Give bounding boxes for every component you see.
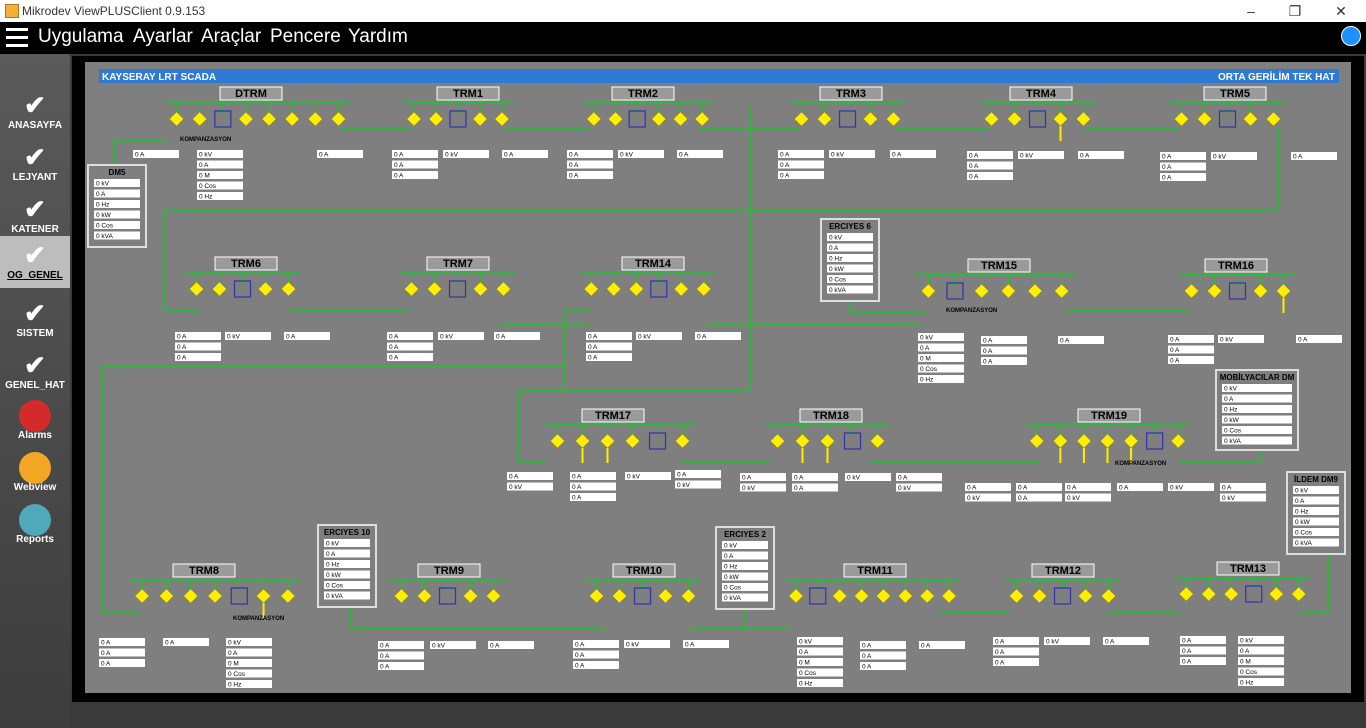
- menu-araclar[interactable]: Araçlar: [201, 26, 261, 48]
- nav-katener[interactable]: ✔ KATENER: [0, 190, 70, 242]
- scada-panel: [85, 62, 1351, 693]
- check-icon: ✔: [24, 90, 46, 120]
- check-icon: ✔: [24, 298, 46, 328]
- menu-pencere[interactable]: Pencere: [270, 26, 341, 48]
- check-icon: ✔: [24, 350, 46, 380]
- nav-label: OG_GENEL: [7, 270, 63, 281]
- menu-yardim[interactable]: Yardım: [348, 26, 408, 48]
- nav-label: Alarms: [18, 430, 52, 441]
- hamburger-menu-icon[interactable]: [6, 28, 28, 48]
- sidebar: ✔ ANASAYFA ✔ LEJYANT ✔ KATENER ✔ OG_GENEL ✔ S…: [0, 54, 70, 728]
- status-bar: [72, 703, 1366, 728]
- check-icon: ✔: [24, 194, 46, 224]
- minimize-button[interactable]: –: [1236, 2, 1266, 20]
- close-button[interactable]: ✕: [1326, 2, 1356, 20]
- nav-genel-hat[interactable]: ✔ GENEL_HAT: [0, 346, 70, 398]
- maximize-button[interactable]: ❐: [1280, 2, 1310, 20]
- nav-label: Webview: [13, 482, 57, 493]
- nav-label: SISTEM: [16, 328, 54, 339]
- alarm-siren-icon: [19, 400, 51, 432]
- nav-lejyant[interactable]: ✔ LEJYANT: [0, 138, 70, 190]
- nav-sistem[interactable]: ✔ SISTEM: [0, 294, 70, 346]
- menu-ayarlar[interactable]: Ayarlar: [133, 26, 193, 48]
- nav-alarms[interactable]: Alarms: [0, 396, 70, 448]
- user-account-icon[interactable]: [1341, 26, 1361, 46]
- nav-label: GENEL_HAT: [5, 380, 65, 391]
- menu-uygulama[interactable]: Uygulama: [38, 26, 124, 48]
- window-title: Mikrodev ViewPLUSClient 0.9.153: [22, 4, 206, 18]
- report-chart-icon: [19, 504, 51, 536]
- nav-label: LEJYANT: [12, 172, 58, 183]
- nav-reports[interactable]: Reports: [0, 500, 70, 552]
- window-titlebar: Mikrodev ViewPLUSClient 0.9.153 – ❐ ✕: [0, 0, 1366, 22]
- cloud-icon: [19, 452, 51, 484]
- nav-label: KATENER: [11, 224, 59, 235]
- menu-bar: Uygulama Ayarlar Araçlar Pencere Yardım: [0, 22, 1366, 54]
- check-icon: ✔: [24, 142, 46, 172]
- nav-label: Reports: [16, 534, 54, 545]
- check-icon: ✔: [24, 240, 46, 270]
- nav-anasayfa[interactable]: ✔ ANASAYFA: [0, 86, 70, 138]
- nav-og-genel[interactable]: ✔ OG_GENEL: [0, 236, 70, 288]
- app-icon: [5, 4, 19, 18]
- nav-label: ANASAYFA: [7, 120, 63, 131]
- nav-webview[interactable]: Webview: [0, 448, 70, 500]
